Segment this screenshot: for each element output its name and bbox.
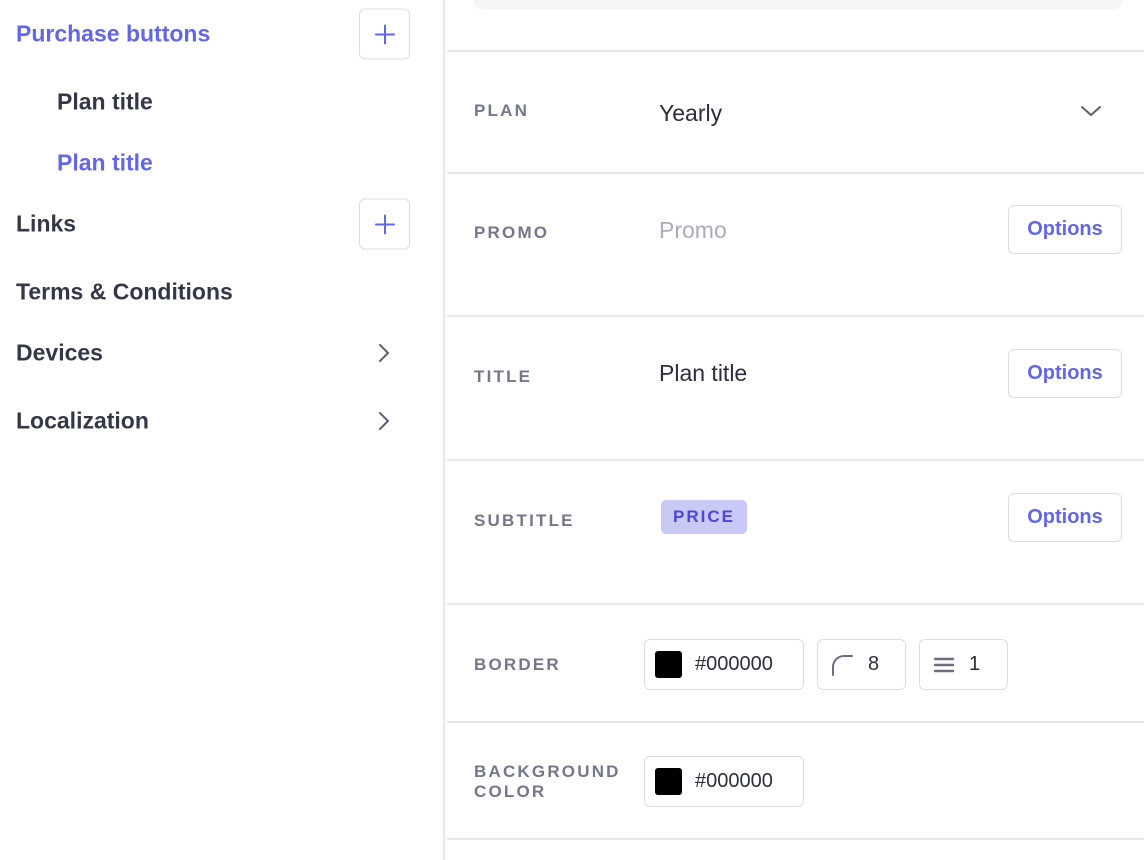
border-color-value: #000000 <box>695 653 773 675</box>
sidebar-item-devices[interactable]: Devices <box>0 328 445 378</box>
sidebar-item-label: Localization <box>16 407 149 434</box>
top-field[interactable] <box>474 0 1122 9</box>
chevron-right-icon <box>379 412 389 430</box>
border-width-field[interactable]: 1 <box>919 639 1008 690</box>
sidebar-item-label: Plan title <box>57 88 153 115</box>
title-options-button[interactable]: Options <box>1008 349 1122 398</box>
border-color-field[interactable]: #000000 <box>644 639 804 690</box>
border-radius-value: 8 <box>868 653 880 675</box>
sidebar-item-terms[interactable]: Terms & Conditions <box>0 267 445 317</box>
sidebar-item-label: Terms & Conditions <box>16 278 233 305</box>
plan-label: PLAN <box>474 101 530 120</box>
title-label: TITLE <box>474 367 533 386</box>
background-color-value: #000000 <box>695 770 773 792</box>
corner-radius-icon <box>832 654 853 676</box>
properties-panel: PLAN Yearly PROMO Promo Options TITLE Pl… <box>447 0 1144 860</box>
plan-select-value[interactable]: Yearly <box>659 100 722 127</box>
background-color-section: BACKGROUND COLOR #000000 <box>447 721 1144 840</box>
price-variable-tag[interactable]: PRICE <box>661 500 747 534</box>
sidebar-item-plan-title-1[interactable]: Plan title <box>0 77 445 127</box>
sidebar-item-purchase-buttons[interactable]: Purchase buttons <box>0 8 445 60</box>
border-radius-field[interactable]: 8 <box>817 639 906 690</box>
sidebar-item-plan-title-2[interactable]: Plan title <box>0 138 445 188</box>
sidebar-item-links[interactable]: Links <box>0 198 445 250</box>
border-width-value: 1 <box>969 653 981 675</box>
background-color-label: BACKGROUND COLOR <box>474 762 621 802</box>
sidebar-item-localization[interactable]: Localization <box>0 396 445 446</box>
border-color-swatch[interactable] <box>655 651 682 678</box>
chevron-right-icon <box>379 344 389 362</box>
sidebar: Purchase buttons Plan title Plan title L… <box>0 0 445 860</box>
background-color-field[interactable]: #000000 <box>644 756 804 807</box>
sidebar-item-label: Plan title <box>57 149 153 176</box>
plan-section: PLAN Yearly <box>447 50 1144 173</box>
chevron-down-icon[interactable] <box>1080 104 1102 118</box>
promo-options-button[interactable]: Options <box>1008 205 1122 254</box>
promo-section: PROMO Promo Options <box>447 172 1144 316</box>
sidebar-item-label: Links <box>16 210 77 237</box>
border-width-icon <box>933 657 955 672</box>
subtitle-options-button[interactable]: Options <box>1008 493 1122 542</box>
border-label: BORDER <box>474 655 561 674</box>
border-section: BORDER #000000 8 1 <box>447 603 1144 722</box>
title-section: TITLE Plan title Options <box>447 315 1144 460</box>
subtitle-section: SUBTITLE PRICE Options <box>447 459 1144 604</box>
subtitle-label: SUBTITLE <box>474 511 575 530</box>
sidebar-item-label: Purchase buttons <box>16 20 211 47</box>
add-link-button[interactable] <box>359 198 410 250</box>
next-section <box>447 838 1144 860</box>
background-color-swatch[interactable] <box>655 768 682 795</box>
background-color-label-line1: BACKGROUND <box>474 762 621 781</box>
expand-localization[interactable] <box>370 407 398 435</box>
plus-icon <box>374 214 395 234</box>
expand-devices[interactable] <box>370 339 398 367</box>
add-purchase-button[interactable] <box>359 8 410 60</box>
plus-icon <box>374 24 395 44</box>
promo-label: PROMO <box>474 223 550 242</box>
background-color-label-line2: COLOR <box>474 782 547 801</box>
sidebar-item-label: Devices <box>16 339 103 366</box>
promo-input[interactable]: Promo <box>659 217 727 244</box>
title-input[interactable]: Plan title <box>659 360 747 387</box>
